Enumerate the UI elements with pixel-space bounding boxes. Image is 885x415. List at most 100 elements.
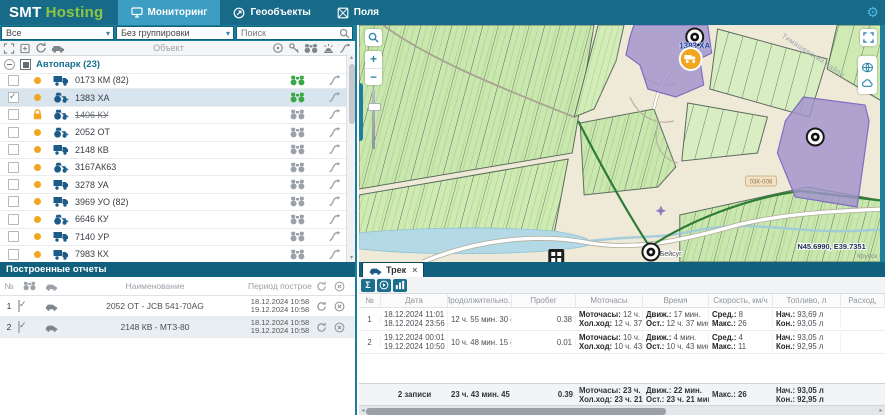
route-icon[interactable] xyxy=(327,179,342,190)
vehicle-row[interactable]: 7983 КХ xyxy=(0,246,346,262)
vehicle-checkbox[interactable] xyxy=(8,214,19,225)
beacon-icon[interactable] xyxy=(322,42,335,54)
collapse-group-icon[interactable] xyxy=(4,59,15,70)
map-canvas[interactable]: Тимашевский район 03К-008 Бейсуг Крупск … xyxy=(359,25,885,262)
vehicle-checkbox[interactable] xyxy=(8,231,19,242)
vehicle-row[interactable]: 3278 УА xyxy=(0,176,346,193)
vehicle-row[interactable]: 2052 ОТ xyxy=(0,124,346,141)
zoom-in-button[interactable]: + xyxy=(365,51,382,69)
binoculars-icon[interactable] xyxy=(289,249,305,260)
report-delete-icon[interactable] xyxy=(330,301,348,312)
fullscreen-button[interactable] xyxy=(860,29,877,46)
vehicle-filter-icon[interactable] xyxy=(51,43,65,53)
geozone-marker[interactable] xyxy=(807,129,824,146)
binoculars-icon[interactable] xyxy=(289,92,305,103)
left-panel-collapse-handle[interactable] xyxy=(359,83,363,141)
vehicle-checkbox[interactable] xyxy=(8,109,19,120)
track-row[interactable]: 1 18.12.2024 11:0118.12.2024 23:56 12 ч.… xyxy=(359,308,885,331)
vehicle-checkbox[interactable] xyxy=(8,75,19,86)
route-toolbar-icon[interactable] xyxy=(339,43,352,54)
play-track-button[interactable] xyxy=(377,279,391,292)
search-input[interactable] xyxy=(241,28,348,38)
scrollbar-thumb[interactable] xyxy=(349,64,355,124)
fit-screen-icon[interactable] xyxy=(3,43,15,54)
vehicle-row[interactable]: 6646 КУ xyxy=(0,211,346,228)
report-car-icon[interactable] xyxy=(40,323,62,332)
track-row[interactable]: 2 19.12.2024 00:0119.12.2024 10:50 10 ч.… xyxy=(359,331,885,354)
report-row[interactable]: 2 2148 КВ - МТЗ-80 18.12.2024 10:58 19.1… xyxy=(0,317,355,338)
vehicle-checkbox[interactable] xyxy=(8,162,19,173)
settings-gear-icon[interactable] xyxy=(866,0,879,25)
binoculars-icon[interactable] xyxy=(289,196,305,207)
binoculars-icon[interactable] xyxy=(289,231,305,242)
report-car-icon[interactable] xyxy=(40,302,62,311)
binoculars-toolbar-icon[interactable] xyxy=(304,43,318,54)
tab-fields[interactable]: Поля xyxy=(324,0,392,25)
binoculars-icon[interactable] xyxy=(289,214,305,225)
group-checkbox[interactable] xyxy=(20,59,31,70)
route-icon[interactable] xyxy=(327,162,342,173)
search-icon[interactable] xyxy=(339,28,350,39)
geozone-marker[interactable] xyxy=(642,244,659,261)
route-icon[interactable] xyxy=(327,231,342,242)
binoculars-icon[interactable] xyxy=(289,179,305,190)
vehicle-row[interactable]: 1383 ХА xyxy=(0,89,346,106)
vehicle-row[interactable]: 2148 КВ xyxy=(0,142,346,159)
route-icon[interactable] xyxy=(327,249,342,260)
vehicle-row[interactable]: 3969 УО (82) xyxy=(0,194,346,211)
route-icon[interactable] xyxy=(327,214,342,225)
route-icon[interactable] xyxy=(327,127,342,138)
binoculars-icon[interactable] xyxy=(289,144,305,155)
tab-geoobjects[interactable]: Геообъекты xyxy=(220,0,323,25)
route-icon[interactable] xyxy=(327,144,342,155)
geo-circle-icon[interactable] xyxy=(272,42,284,54)
report-refresh-icon[interactable] xyxy=(312,301,330,312)
binoculars-icon[interactable] xyxy=(289,109,305,120)
layers-globe-icon[interactable] xyxy=(861,62,874,73)
vehicle-row[interactable]: 1406 КУ xyxy=(0,107,346,124)
report-refresh-icon[interactable] xyxy=(312,322,330,333)
report-checkbox[interactable] xyxy=(18,321,20,333)
vehicle-checkbox[interactable] xyxy=(8,127,19,138)
route-icon[interactable] xyxy=(327,196,342,207)
vehicle-checkbox[interactable] xyxy=(8,92,19,103)
scope-dropdown[interactable]: Все xyxy=(1,26,114,40)
refresh-icon[interactable] xyxy=(35,42,47,54)
scroll-up-arrow[interactable] xyxy=(348,54,355,62)
tab-monitoring[interactable]: Мониторинг xyxy=(118,0,221,25)
vehicle-list-scrollbar[interactable] xyxy=(346,54,355,262)
vehicle-marker[interactable] xyxy=(680,48,702,70)
vehicle-checkbox[interactable] xyxy=(8,249,19,260)
scrollbar-thumb[interactable] xyxy=(366,408,666,415)
scroll-right-arrow[interactable] xyxy=(877,406,885,415)
route-icon[interactable] xyxy=(327,75,342,86)
binoculars-icon[interactable] xyxy=(289,75,305,86)
zoom-slider-handle[interactable] xyxy=(368,103,381,111)
vehicle-checkbox[interactable] xyxy=(8,144,19,155)
report-delete-icon[interactable] xyxy=(330,322,348,333)
vehicle-checkbox[interactable] xyxy=(8,179,19,190)
vehicle-checkbox[interactable] xyxy=(8,196,19,207)
grouping-dropdown[interactable]: Без группировки xyxy=(116,26,234,40)
vehicle-row[interactable]: 7140 УР xyxy=(0,229,346,246)
report-row[interactable]: 1 2052 ОТ - JCB 541-70AG 18.12.2024 10:5… xyxy=(0,296,355,317)
route-icon[interactable] xyxy=(327,92,342,103)
scroll-down-arrow[interactable] xyxy=(348,254,355,262)
expand-list-icon[interactable] xyxy=(19,43,31,54)
track-horizontal-scrollbar[interactable] xyxy=(359,405,885,415)
tab-close-icon[interactable]: × xyxy=(412,265,417,275)
chart-button[interactable] xyxy=(393,279,407,292)
report-checkbox[interactable] xyxy=(18,300,20,312)
binoculars-icon[interactable] xyxy=(289,162,305,173)
zoom-out-button[interactable]: − xyxy=(365,69,382,86)
vehicle-row[interactable]: 3167АК63 xyxy=(0,159,346,176)
tab-track[interactable]: Трек × xyxy=(362,262,424,277)
right-panel-collapse-handle[interactable] xyxy=(880,25,885,262)
map-search-button[interactable] xyxy=(365,29,382,46)
route-icon[interactable] xyxy=(327,109,342,120)
key-icon[interactable] xyxy=(288,42,300,54)
weather-cloud-icon[interactable] xyxy=(861,79,874,88)
zoom-slider-track[interactable] xyxy=(372,89,375,149)
totals-button[interactable] xyxy=(361,279,375,292)
binoculars-icon[interactable] xyxy=(289,127,305,138)
